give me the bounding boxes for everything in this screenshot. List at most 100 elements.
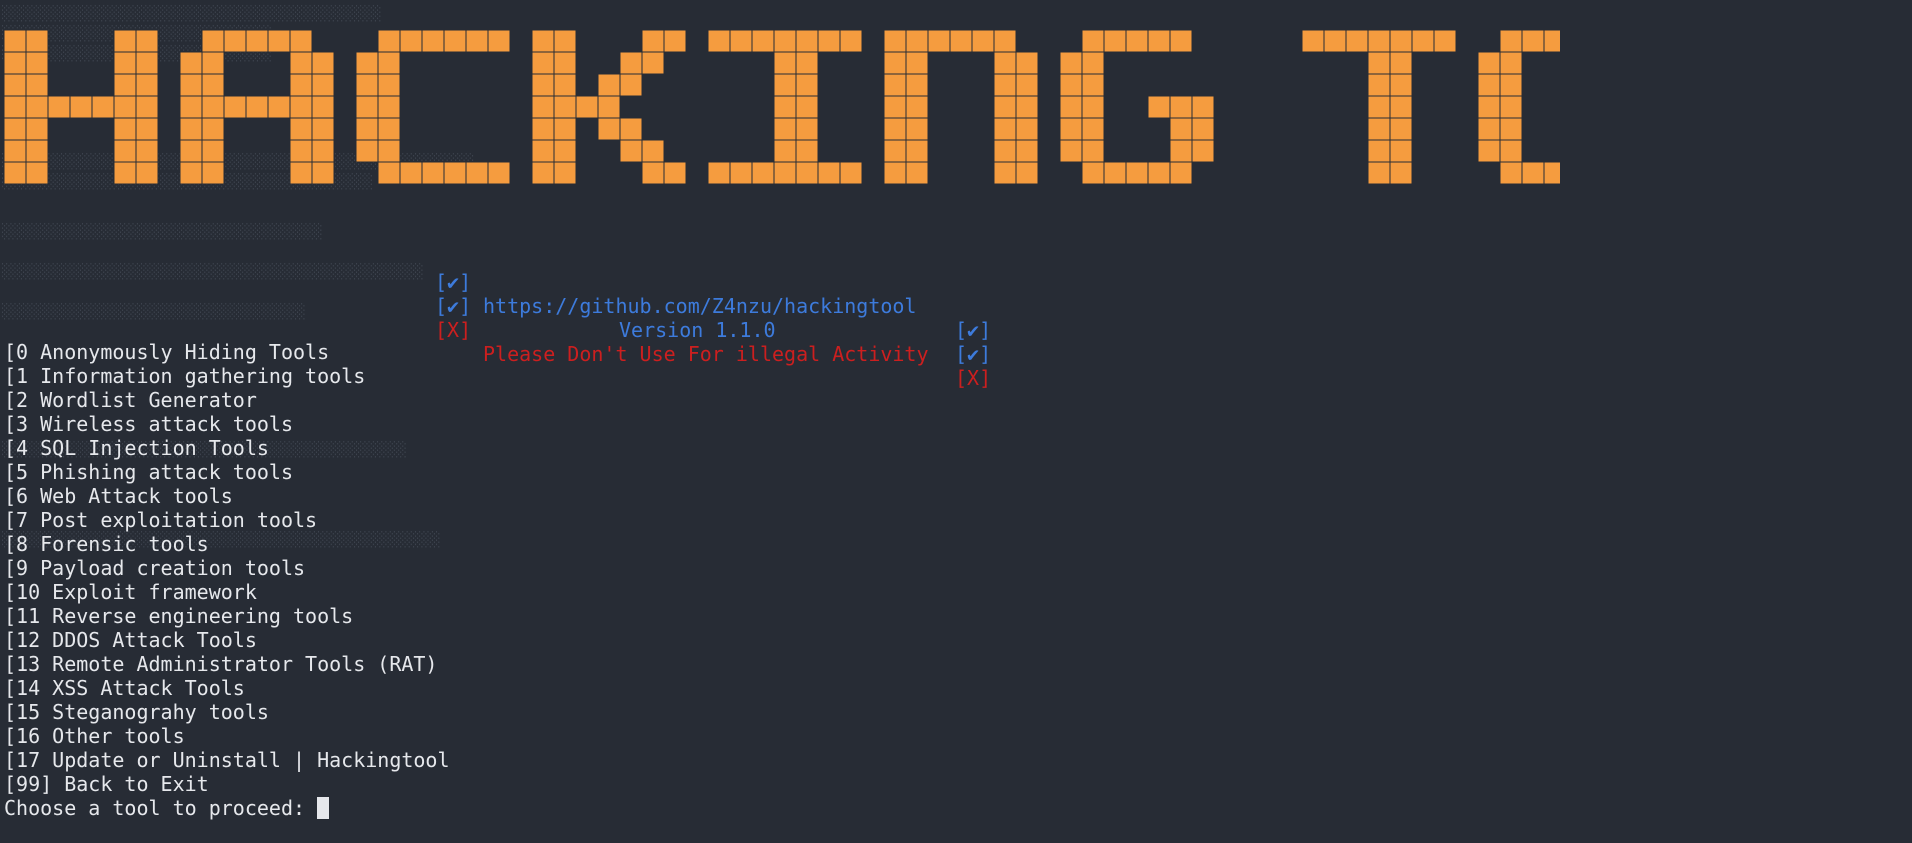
banner-pixel (25, 95, 49, 119)
banner-letter-c (355, 29, 511, 185)
banner-pixel (1059, 117, 1083, 141)
banner-pixel (179, 161, 203, 185)
banner-pixel (795, 95, 819, 119)
banner-pixel (25, 73, 49, 97)
menu-item[interactable]: [11 Reverse engineering tools (4, 604, 450, 628)
banner-pixel (1367, 29, 1391, 53)
banner-pixel (531, 51, 555, 75)
menu-item[interactable]: [0 Anonymously Hiding Tools (4, 340, 450, 364)
banner-pixel (729, 29, 753, 53)
banner-pixel (1499, 95, 1523, 119)
banner-pixel (135, 29, 159, 53)
banner-pixel (905, 139, 929, 163)
menu-item[interactable]: [13 Remote Administrator Tools (RAT) (4, 652, 450, 676)
banner-pixel (179, 139, 203, 163)
menu-item[interactable]: [14 XSS Attack Tools (4, 676, 450, 700)
banner-pixel (1499, 139, 1523, 163)
banner-pixel (1103, 161, 1127, 185)
menu-item[interactable]: [15 Steganograhy tools (4, 700, 450, 724)
banner-pixel (993, 51, 1017, 75)
banner-pixel (553, 139, 577, 163)
banner-pixel (1477, 95, 1501, 119)
banner-pixel (839, 29, 863, 53)
banner-pixel (531, 117, 555, 141)
banner-pixel (311, 139, 335, 163)
banner-pixel (817, 161, 841, 185)
warning-text: Please Don't Use For illegal Activity (483, 342, 929, 366)
banner-pixel (311, 161, 335, 185)
banner-pixel (1081, 51, 1105, 75)
menu-item[interactable]: [2 Wordlist Generator (4, 388, 450, 412)
banner-pixel (267, 95, 291, 119)
menu-item[interactable]: [1 Information gathering tools (4, 364, 450, 388)
banner-pixel (1543, 161, 1560, 185)
banner-pixel (443, 29, 467, 53)
menu-item[interactable]: [3 Wireless attack tools (4, 412, 450, 436)
menu-item[interactable]: [99] Back to Exit (4, 772, 450, 796)
banner-pixel (289, 139, 313, 163)
banner-pixel (113, 51, 137, 75)
banner-pixel (135, 161, 159, 185)
banner-pixel (1433, 29, 1457, 53)
banner-pixel (883, 51, 907, 75)
banner-pixel (883, 95, 907, 119)
banner-pixel (487, 161, 511, 185)
banner-pixel (905, 51, 929, 75)
banner-pixel (3, 29, 27, 53)
banner-pixel (267, 29, 291, 53)
banner-pixel (311, 51, 335, 75)
menu-item[interactable]: [17 Update or Uninstall | Hackingtool (4, 748, 450, 772)
banner-pixel (927, 29, 951, 53)
menu-item[interactable]: [12 DDOS Attack Tools (4, 628, 450, 652)
banner-pixel (377, 95, 401, 119)
banner-pixel (531, 29, 555, 53)
banner-pixel (1169, 161, 1193, 185)
banner-pixel (883, 117, 907, 141)
banner-pixel (795, 29, 819, 53)
input-prompt[interactable]: Choose a tool to proceed: (4, 796, 330, 820)
banner-pixel (1345, 29, 1369, 53)
banner-pixel (1389, 29, 1413, 53)
github-link[interactable]: https://github.com/Z4nzu/hackingtool (483, 294, 916, 318)
banner-pixel (839, 161, 863, 185)
banner-pixel (1477, 117, 1501, 141)
tool-menu: [0 Anonymously Hiding Tools [1 Informatio… (4, 340, 450, 796)
menu-item[interactable]: [6 Web Attack tools (4, 484, 450, 508)
ghost-line: ░░░░░░░░░░░░░░░░░░░░░░░░░░░░░░░░░░░░ (2, 304, 306, 320)
banner-pixel (223, 29, 247, 53)
banner-pixel (1367, 73, 1391, 97)
menu-item[interactable]: [9 Payload creation tools (4, 556, 450, 580)
banner-pixel (311, 95, 335, 119)
menu-item[interactable]: [4 SQL Injection Tools (4, 436, 450, 460)
banner-pixel (421, 29, 445, 53)
menu-item[interactable]: [8 Forensic tools (4, 532, 450, 556)
banner-pixel (1411, 29, 1435, 53)
menu-item[interactable]: [5 Phishing attack tools (4, 460, 450, 484)
banner-letter-k (531, 29, 687, 185)
banner-pixel (201, 161, 225, 185)
banner-pixel (1389, 51, 1413, 75)
banner-pixel (3, 95, 27, 119)
banner-pixel (25, 139, 49, 163)
banner-pixel (1015, 139, 1039, 163)
menu-item[interactable]: [16 Other tools (4, 724, 450, 748)
banner-letter-o (1477, 29, 1560, 185)
banner-letter-h (3, 29, 159, 185)
banner-pixel (113, 139, 137, 163)
banner-pixel (905, 161, 929, 185)
banner-pixel (1081, 117, 1105, 141)
banner-pixel (1147, 161, 1171, 185)
banner-pixel (289, 95, 313, 119)
banner-pixel (773, 139, 797, 163)
banner-pixel (1389, 95, 1413, 119)
banner-pixel (113, 95, 137, 119)
banner-letter-g (1059, 29, 1215, 185)
banner-pixel (91, 95, 115, 119)
banner-pixel (751, 161, 775, 185)
banner-pixel (3, 161, 27, 185)
banner-pixel (69, 95, 93, 119)
menu-item[interactable]: [10 Exploit framework (4, 580, 450, 604)
banner-pixel (1081, 95, 1105, 119)
menu-item[interactable]: [7 Post exploitation tools (4, 508, 450, 532)
banner-pixel (553, 73, 577, 97)
